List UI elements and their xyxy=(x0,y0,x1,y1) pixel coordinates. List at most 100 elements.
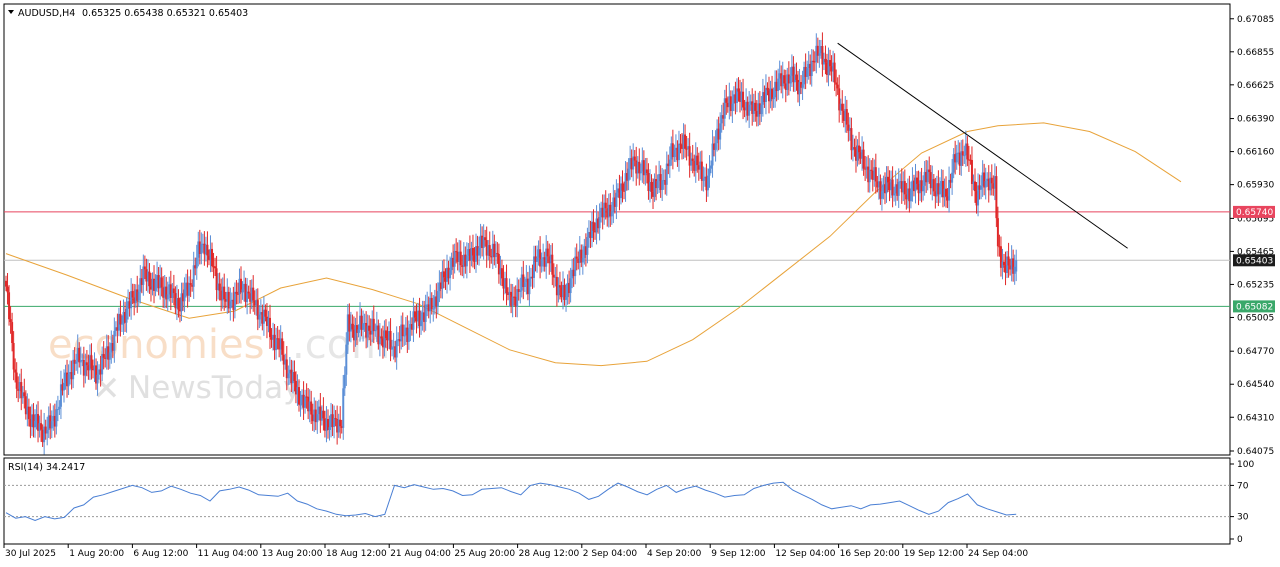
price-tick-label: 0.64310 xyxy=(1237,413,1274,423)
time-axis: 30 Jul 2025 1 Aug 20:00 6 Aug 12:00 11 Aug … xyxy=(3,544,1028,559)
time-tick-label: 21 Aug 04:00 xyxy=(390,549,451,559)
price-tick-label: 0.65930 xyxy=(1237,181,1274,191)
candle-body xyxy=(511,296,514,306)
candle-body xyxy=(850,128,853,151)
time-tick-label: 9 Sep 12:00 xyxy=(711,549,766,559)
candle-body xyxy=(432,308,435,310)
candle-body xyxy=(633,156,636,161)
candle-body xyxy=(413,311,416,318)
candle-body xyxy=(845,109,848,125)
candle-body xyxy=(119,313,122,325)
candle-body xyxy=(113,330,116,351)
candle-body xyxy=(719,123,722,140)
candle-body xyxy=(58,406,61,410)
candle-body xyxy=(424,304,427,322)
candle-body xyxy=(287,373,290,379)
candle-body xyxy=(374,329,377,332)
candle-body xyxy=(661,180,664,190)
candle-body xyxy=(995,176,998,219)
candle-body xyxy=(142,266,145,285)
candle-body xyxy=(160,277,163,288)
candle-body xyxy=(299,404,302,406)
candle-body xyxy=(706,175,709,191)
price-tick-label: 0.66855 xyxy=(1237,48,1274,58)
candle-body xyxy=(351,323,354,330)
candle-body xyxy=(12,342,15,370)
candle-body xyxy=(166,294,169,300)
rsi-tick-label: 0 xyxy=(1237,535,1243,545)
candle-body xyxy=(818,53,821,56)
candle-body xyxy=(581,257,584,263)
candle-body xyxy=(465,255,468,267)
candle-body xyxy=(50,421,53,429)
candle-body xyxy=(639,171,642,174)
candle-body xyxy=(700,161,703,181)
candle-body xyxy=(974,181,977,192)
watermark-word-3: NewsToday xyxy=(128,370,301,406)
time-tick-label: 19 Sep 12:00 xyxy=(904,549,964,559)
candle-body xyxy=(67,374,70,387)
candle-body xyxy=(211,248,214,267)
candle-body xyxy=(218,283,221,291)
candle-body xyxy=(214,266,217,269)
candle-body xyxy=(806,68,809,77)
time-tick-label: 12 Sep 04:00 xyxy=(775,549,835,559)
candle-body xyxy=(691,158,694,161)
candle-body xyxy=(252,287,255,301)
candle-body xyxy=(980,185,983,190)
candle-body xyxy=(841,103,844,111)
candle-body xyxy=(235,291,238,294)
rsi-tick-label: 100 xyxy=(1237,460,1254,470)
candle-body xyxy=(677,143,680,161)
candle-body xyxy=(754,102,757,111)
candle-body xyxy=(829,60,832,67)
time-tick-label: 24 Sep 04:00 xyxy=(968,549,1028,559)
candle-body xyxy=(874,167,877,182)
candle-body xyxy=(500,268,503,279)
candle-body xyxy=(322,410,325,419)
candle-body xyxy=(102,353,105,358)
time-tick-label: 30 Jul 2025 xyxy=(5,549,56,559)
candle-body xyxy=(955,153,958,163)
candle-body xyxy=(188,283,191,296)
candle-body xyxy=(868,169,871,183)
candle-body xyxy=(195,257,198,269)
time-tick-label: 2 Sep 04:00 xyxy=(583,549,638,559)
candle-body xyxy=(401,324,404,337)
candle-body xyxy=(621,183,624,191)
candle-body xyxy=(679,143,682,145)
candle-body xyxy=(496,253,499,255)
candle-body xyxy=(78,347,81,363)
candle-body xyxy=(310,401,313,415)
candle-body xyxy=(575,256,578,259)
candle-body xyxy=(891,179,894,196)
candle-body xyxy=(887,176,890,183)
candle-body xyxy=(650,181,653,192)
candle-body xyxy=(233,291,236,310)
candle-body xyxy=(154,279,157,291)
time-tick-label: 13 Aug 20:00 xyxy=(262,549,323,559)
candle-body xyxy=(540,259,543,267)
candle-body xyxy=(137,291,140,301)
candle-body xyxy=(766,87,769,91)
candle-body xyxy=(569,278,572,294)
candle-body xyxy=(645,169,648,174)
price-tick-label: 0.67085 xyxy=(1237,15,1274,25)
candle-body xyxy=(610,211,613,217)
candle-body xyxy=(696,155,699,166)
candle-body xyxy=(62,382,65,391)
candle-body xyxy=(598,217,601,229)
candle-body xyxy=(853,147,856,150)
candle-body xyxy=(484,237,487,241)
candle-body xyxy=(565,297,568,300)
candle-body xyxy=(125,308,128,323)
candle-body xyxy=(833,62,836,83)
candle-body xyxy=(1007,256,1010,266)
time-tick-label: 18 Aug 12:00 xyxy=(326,549,387,559)
candle-body xyxy=(783,75,786,84)
candle-body xyxy=(200,243,203,254)
candle-body xyxy=(96,374,99,384)
candle-body xyxy=(345,344,348,375)
candle-body xyxy=(922,185,925,192)
rsi-title: RSI(14) 34.2417 xyxy=(8,462,85,473)
